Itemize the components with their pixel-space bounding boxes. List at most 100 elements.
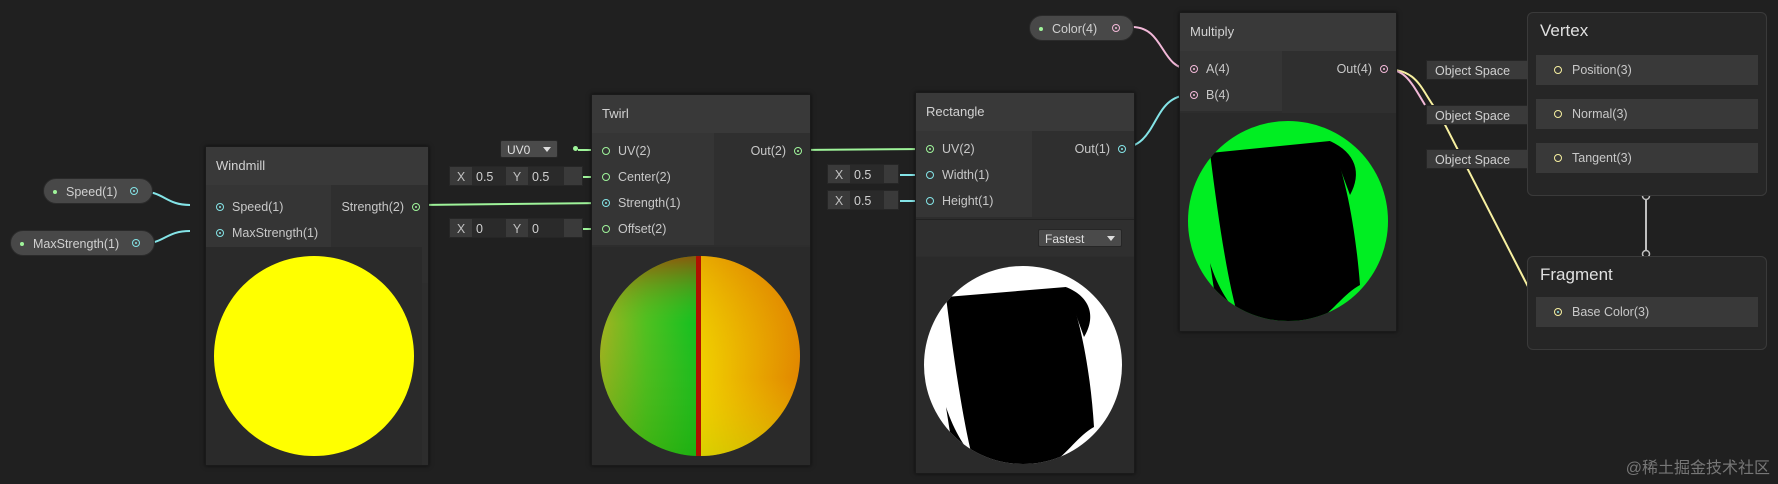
port-label: Speed(1) <box>232 200 284 214</box>
multiply-input-a[interactable]: A(4) <box>1190 57 1230 81</box>
vertex-normal-space[interactable]: Object Space <box>1426 105 1530 125</box>
height-field[interactable]: X 0.5 <box>827 190 899 210</box>
color-property[interactable]: Color(4) <box>1029 15 1134 41</box>
center-x-label: X <box>456 170 466 184</box>
twirl-node[interactable]: Twirl UV(2) Center(2) Strength(1) Offset… <box>591 94 811 466</box>
center-x-input[interactable]: 0.5 <box>472 167 506 185</box>
block-label: Position(3) <box>1572 63 1632 77</box>
port-label: A(4) <box>1206 62 1230 76</box>
port-icon <box>1554 66 1562 74</box>
property-dot-icon <box>53 190 57 194</box>
port-icon <box>412 203 420 211</box>
port-label: Offset(2) <box>618 222 667 236</box>
multiply-input-b[interactable]: B(4) <box>1190 83 1230 107</box>
twirl-outputs: Out(2) <box>714 133 810 245</box>
center-field[interactable]: X 0.5 Y 0.5 <box>449 166 583 186</box>
port-label: Width(1) <box>942 168 990 182</box>
tangent-space-value: Object Space <box>1435 153 1511 167</box>
port-icon <box>602 225 610 233</box>
rectangle-input-height[interactable]: Height(1) <box>926 189 993 213</box>
port-label: Out(1) <box>1074 142 1110 156</box>
fragment-title: Fragment <box>1540 265 1613 284</box>
property-dot-icon <box>20 242 24 246</box>
property-dot-icon <box>1039 27 1043 31</box>
vertex-block-position[interactable]: Position(3) <box>1536 55 1758 85</box>
port-label: Strength(1) <box>618 196 681 210</box>
windmill-input-maxstrength[interactable]: MaxStrength(1) <box>216 221 318 245</box>
twirl-preview-image <box>600 256 800 456</box>
block-label: Normal(3) <box>1572 107 1628 121</box>
vertex-stack[interactable]: Vertex Position(3) Normal(3) Tangent(3) <box>1527 12 1767 196</box>
rectangle-outputs: Out(1) <box>1032 131 1134 217</box>
uv-field-port <box>573 146 578 151</box>
position-space-value: Object Space <box>1435 64 1511 78</box>
offset-y-input[interactable]: 0 <box>528 219 564 237</box>
fragment-stack[interactable]: Fragment Base Color(3) <box>1527 256 1767 350</box>
width-field[interactable]: X 0.5 <box>827 164 899 184</box>
center-y-input[interactable]: 0.5 <box>528 167 564 185</box>
offset-field[interactable]: X0Y0 <box>449 218 583 238</box>
multiply-output-out[interactable]: Out(4) <box>1337 57 1388 81</box>
twirl-title: Twirl <box>592 95 810 133</box>
port-icon <box>1118 145 1126 153</box>
vertex-title: Vertex <box>1540 21 1589 40</box>
twirl-output-out[interactable]: Out(2) <box>751 139 802 163</box>
port-icon <box>926 197 934 205</box>
twirl-input-uv[interactable]: UV(2) <box>602 139 651 163</box>
port-icon <box>1554 110 1562 118</box>
center-y-label: Y <box>512 170 522 184</box>
windmill-node[interactable]: Windmill Speed(1) MaxStrength(1) Strengt… <box>205 146 429 466</box>
rectangle-preview <box>916 257 1134 473</box>
maxstrength-out-port[interactable] <box>132 239 140 247</box>
rectangle-mode-value: Fastest <box>1045 232 1085 246</box>
rectangle-output-out[interactable]: Out(1) <box>1075 137 1126 161</box>
port-icon <box>1554 308 1562 316</box>
rectangle-inputs: UV(2) Width(1) Height(1) <box>916 131 1032 217</box>
multiply-inputs: A(4) B(4) <box>1180 51 1282 111</box>
vertex-block-tangent[interactable]: Tangent(3) <box>1536 143 1758 173</box>
twirl-input-offset[interactable]: Offset(2) <box>602 217 666 241</box>
port-icon <box>602 199 610 207</box>
windmill-title: Windmill <box>206 147 428 185</box>
port-icon <box>216 229 224 237</box>
block-label: Base Color(3) <box>1572 305 1650 319</box>
offset-x-input[interactable]: 0 <box>472 219 506 237</box>
height-input[interactable]: 0.5 <box>850 191 884 209</box>
width-input[interactable]: 0.5 <box>850 165 884 183</box>
rectangle-title: Rectangle <box>916 93 1134 131</box>
twirl-input-center[interactable]: Center(2) <box>602 165 671 189</box>
fragment-block-basecolor[interactable]: Base Color(3) <box>1536 297 1758 327</box>
speed-property-label: Speed(1) <box>66 185 118 199</box>
port-label: Height(1) <box>942 194 994 208</box>
speed-property[interactable]: Speed(1) <box>43 178 153 204</box>
rectangle-mode-dropdown[interactable]: Fastest <box>1038 229 1122 247</box>
chevron-down-icon <box>543 147 551 152</box>
windmill-input-speed[interactable]: Speed(1) <box>216 195 283 219</box>
port-label: UV(2) <box>618 144 651 158</box>
color-out-port[interactable] <box>1112 24 1120 32</box>
vertex-block-normal[interactable]: Normal(3) <box>1536 99 1758 129</box>
windmill-output-strength[interactable]: Strength(2) <box>341 195 420 219</box>
port-icon <box>926 171 934 179</box>
speed-out-port[interactable] <box>130 187 138 195</box>
maxstrength-property-label: MaxStrength(1) <box>33 237 120 251</box>
twirl-input-strength[interactable]: Strength(1) <box>602 191 681 215</box>
rectangle-input-width[interactable]: Width(1) <box>926 163 989 187</box>
port-icon <box>794 147 802 155</box>
port-icon <box>926 145 934 153</box>
vertex-position-space[interactable]: Object Space <box>1426 60 1530 80</box>
maxstrength-property[interactable]: MaxStrength(1) <box>10 230 155 256</box>
rectangle-input-uv[interactable]: UV(2) <box>926 137 975 161</box>
twirl-inputs: UV(2) Center(2) Strength(1) Offset(2) <box>592 133 714 245</box>
port-label: UV(2) <box>942 142 975 156</box>
port-label: B(4) <box>1206 88 1230 102</box>
vertex-tangent-space[interactable]: Object Space <box>1426 149 1530 169</box>
rectangle-node[interactable]: Rectangle UV(2) Width(1) Height(1) Out(1… <box>915 92 1135 474</box>
multiply-title: Multiply <box>1180 13 1396 51</box>
windmill-preview-image <box>214 256 414 456</box>
offset-x-label: X <box>456 222 466 236</box>
wire-strength <box>417 202 607 206</box>
uv-channel-dropdown[interactable]: UV0 <box>500 140 558 158</box>
multiply-node[interactable]: Multiply A(4) B(4) Out(4) <box>1179 12 1397 332</box>
port-label: Strength(2) <box>341 200 404 214</box>
